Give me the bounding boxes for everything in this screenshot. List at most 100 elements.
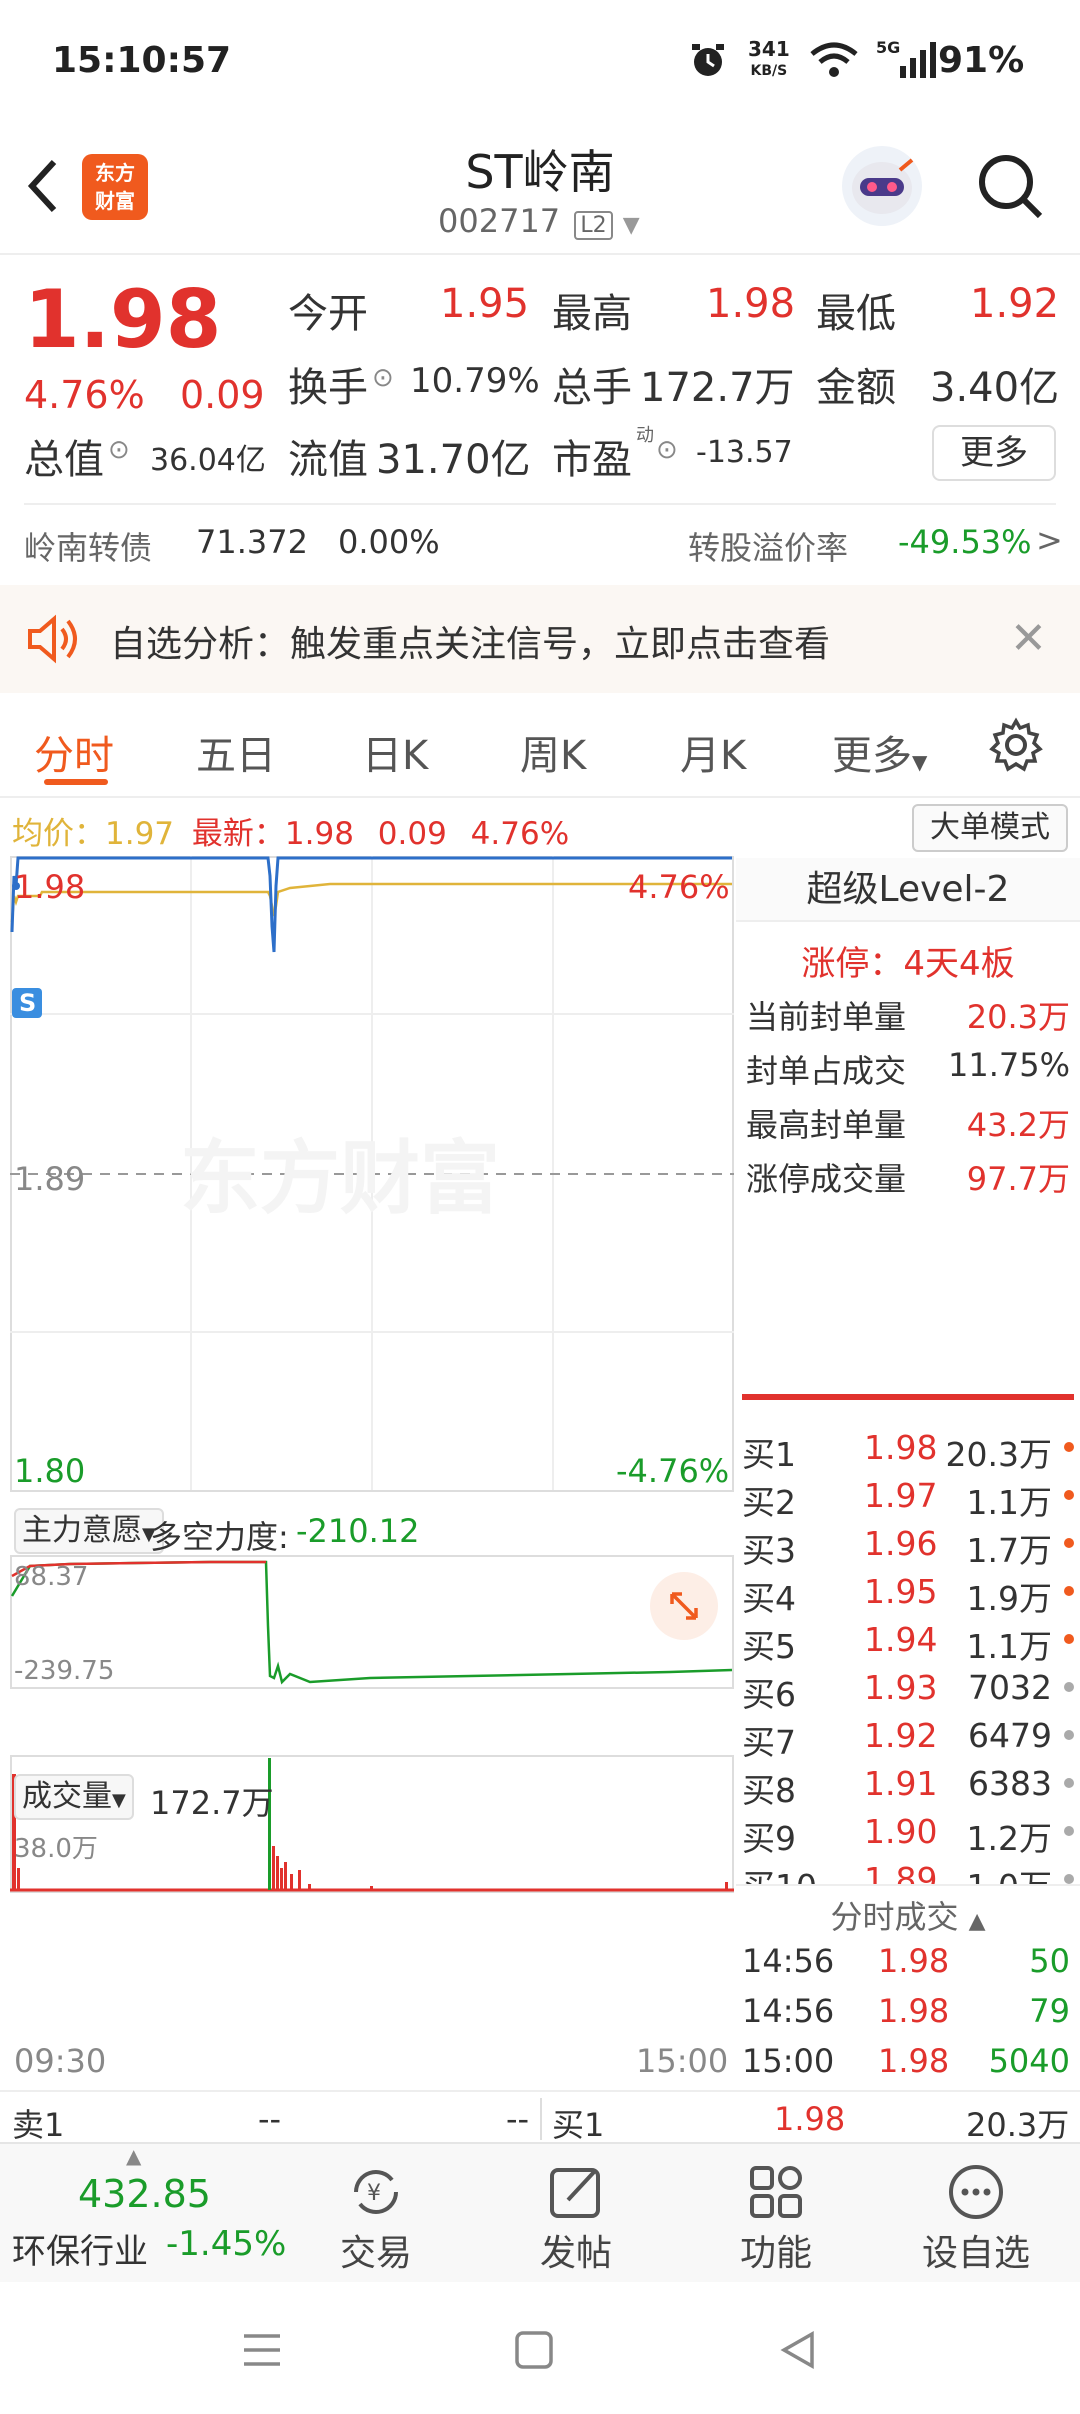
transactions-header[interactable]: 分时成交 ▲ (736, 1892, 1080, 1938)
volume-bar (725, 1882, 728, 1890)
battery-level: 91% (938, 40, 1025, 81)
network-speed: 341 KB/S (748, 38, 790, 82)
level2-title[interactable]: 超级Level-2 (736, 858, 1080, 922)
s-badge: S (19, 989, 36, 1017)
book-price: 1.91 (864, 1764, 938, 1803)
tab-five-day[interactable]: 五日 (196, 723, 276, 781)
add-watchlist-button[interactable]: 设自选 (906, 2144, 1046, 2284)
open-value: 1.95 (440, 281, 530, 327)
stock-code-row[interactable]: 002717 L2 ▼ (438, 202, 640, 240)
mktcap-label: 总值 (24, 437, 104, 483)
back-icon[interactable] (776, 2328, 820, 2372)
industry-index[interactable]: ▲ 432.85 环保行业 -1.45% (0, 2144, 286, 2284)
trade-button[interactable]: ¥ 交易 (316, 2144, 436, 2284)
limit-volume-label: 涨停成交量 (746, 1160, 907, 1198)
expand-button[interactable] (650, 1572, 718, 1640)
volume-bar (280, 1868, 283, 1890)
tx-volume: 50 (1029, 1942, 1070, 1980)
tab-intraday[interactable]: 分时 (34, 723, 114, 781)
book-price: 1.94 (864, 1620, 938, 1659)
big-order-mode-button[interactable]: 大单模式 (912, 804, 1068, 852)
function-button[interactable]: 功能 (716, 2144, 836, 2284)
search-icon (979, 155, 1043, 219)
book-label: 买4 (742, 1579, 796, 1618)
time-end: 15:00 (636, 2042, 729, 2080)
app-screen: 15:10:57 341 KB/S 5G 91% 东方 财富 ST岭南 0027… (0, 0, 1080, 2414)
speaker-icon (24, 611, 84, 667)
bid-ask-row: 卖1 -- -- 买1 1.98 20.3万 (0, 2090, 1080, 2144)
tx-time: 15:00 (742, 2042, 835, 2080)
quote-panel: 1.98 4.76% 0.09 今开 1.95 最高 1.98 最低 1.92 … (0, 255, 1080, 585)
stock-code: 002717 (438, 202, 561, 240)
menu-icon[interactable] (240, 2328, 284, 2372)
indicator-selector[interactable]: 主力意愿▼ (14, 1508, 164, 1554)
book-volume: 6479 (968, 1716, 1052, 1755)
volume-total: 172.7万 (150, 1784, 274, 1822)
tab-day-k[interactable]: 日K (362, 723, 428, 781)
chart-bottom-percent: -4.76% (616, 1452, 730, 1490)
book-label: 买3 (742, 1531, 796, 1570)
book-price: 1.92 (864, 1716, 938, 1755)
grid-icon (750, 2166, 802, 2218)
caret-up-icon: ▲ (126, 2144, 142, 2168)
float-label: 流值 (288, 437, 368, 483)
book-volume: 20.3万 (945, 1435, 1052, 1474)
search-button[interactable] (976, 152, 1046, 222)
book-label: 买5 (742, 1627, 796, 1666)
latest-percent: 4.76% (470, 816, 570, 852)
bond-name[interactable]: 岭南转债 (24, 523, 152, 569)
book-volume: 7032 (968, 1668, 1052, 1707)
close-icon[interactable]: ✕ (1010, 613, 1047, 664)
low-label: 最低 (816, 291, 896, 337)
indicator-selector-label: 主力意愿 (22, 1513, 142, 1548)
tx-price: 1.98 (878, 1942, 950, 1980)
chevron-right-icon[interactable]: > (1036, 521, 1063, 559)
info-icon[interactable]: ⊙ (656, 435, 678, 465)
tx-time: 14:56 (742, 1942, 835, 1980)
post-button[interactable]: 发帖 (516, 2144, 636, 2284)
volume-bar (370, 1886, 373, 1890)
settings-button[interactable] (988, 717, 1044, 773)
network-speed-value: 341 (748, 37, 790, 61)
trade-label: 交易 (339, 2233, 412, 2274)
volume-selector[interactable]: 成交量▼ (14, 1774, 134, 1820)
change-amount: 0.09 (180, 373, 265, 417)
divider (24, 503, 1056, 505)
tab-week-k[interactable]: 周K (520, 723, 586, 781)
tab-more[interactable]: 更多▼ (832, 723, 927, 781)
max-seal-value: 43.2万 (966, 1106, 1070, 1144)
bottom-toolbar: ▲ 432.85 环保行业 -1.45% ¥ 交易 发帖 功能 设自选 (0, 2142, 1080, 2282)
pe-superscript: 动 (636, 425, 654, 446)
tab-month-k[interactable]: 月K (680, 723, 746, 781)
dot-icon (1064, 1730, 1074, 1740)
assistant-robot-avatar[interactable] (842, 146, 922, 226)
seal-ratio-label: 封单占成交 (746, 1052, 907, 1090)
volume-bar (308, 1884, 311, 1890)
intraday-chart-svg[interactable]: 东方财富 S (10, 856, 734, 1894)
amount-value: 3.40亿 (930, 365, 1060, 411)
book-price: 1.93 (864, 1668, 938, 1707)
chart-info-bar: 均价：1.97 最新：1.98 0.09 4.76% (12, 808, 569, 853)
info-icon[interactable]: ⊙ (372, 363, 394, 393)
expand-icon (670, 1592, 698, 1620)
robot-icon (852, 158, 914, 214)
dot-icon (1064, 1778, 1074, 1788)
time-start: 09:30 (14, 2042, 107, 2080)
notice-bar[interactable]: 自选分析：触发重点关注信号，立即点击查看 ✕ (0, 585, 1080, 693)
network-type: 5G (876, 38, 901, 57)
home-icon[interactable] (512, 2328, 556, 2372)
tx-price: 1.98 (878, 2042, 950, 2080)
volume-bar (276, 1856, 279, 1890)
chart-tabs: 分时 五日 日K 周K 月K 更多▼ (0, 693, 1080, 798)
book-volume: 1.7万 (966, 1531, 1052, 1570)
book-label: 买8 (742, 1771, 796, 1810)
avg-value: 1.97 (105, 816, 175, 852)
tx-time: 14:56 (742, 1992, 835, 2030)
info-icon[interactable]: ⊙ (108, 435, 130, 465)
status-bar: 15:10:57 341 KB/S 5G 91% (0, 0, 1080, 120)
book-label: 买2 (742, 1483, 796, 1522)
more-button[interactable]: 更多 (932, 425, 1056, 481)
tx-volume: 5040 (988, 2042, 1070, 2080)
dot-icon (1064, 1586, 1074, 1596)
buy1-price: 1.98 (774, 2100, 846, 2138)
